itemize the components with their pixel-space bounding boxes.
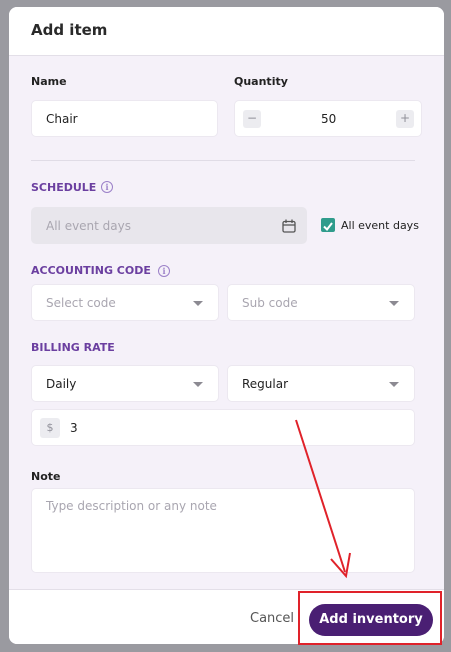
annotation-highlight-box [298, 591, 442, 645]
annotation-arrow [295, 419, 351, 579]
